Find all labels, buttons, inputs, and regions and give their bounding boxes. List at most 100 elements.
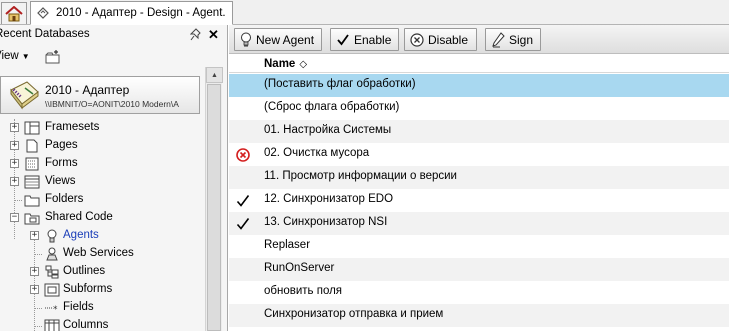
tree-item-subforms[interactable]: + Subforms [0, 281, 205, 299]
agents-pane: New Agent Enable Disable Sign Name ◇ (Пос… [229, 25, 729, 331]
agent-name: Replaser [264, 239, 311, 251]
tree-label: Shared Code [45, 211, 113, 223]
sign-label: Sign [509, 32, 534, 47]
list-item[interactable]: RunOnServer [229, 258, 729, 281]
status-cell [235, 239, 251, 255]
agent-name: (Сброс флага обработки) [264, 101, 400, 113]
agent-name: RunOnServer [264, 262, 335, 274]
tree-guide [34, 308, 42, 309]
view-menu-button[interactable]: View▼ [0, 50, 30, 62]
list-item[interactable]: (Сброс флага обработки) [229, 97, 729, 120]
list-item[interactable]: 11. Просмотр информации о версии [229, 166, 729, 189]
lightbulb-icon [240, 32, 252, 47]
scroll-up-arrow-icon[interactable]: ▲ [206, 67, 223, 83]
list-item[interactable]: обновить поля [229, 281, 729, 304]
outline-icon [45, 265, 59, 279]
tree-item-folders[interactable]: Folders [0, 191, 205, 209]
frameset-icon [24, 121, 40, 135]
database-navigator: Recent Databases ✕ View▼ 2010 - Адаптер … [0, 25, 228, 331]
new-agent-button[interactable]: New Agent [234, 28, 322, 51]
tree-label: Columns [63, 319, 109, 331]
tree-guide [14, 200, 22, 201]
view-menu-label: View [0, 50, 19, 62]
design-element-tree: + Framesets + Pages + Forms + Views Fold… [0, 119, 205, 331]
tab-design-label: 2010 - Адаптер - Design - Agent... [56, 7, 226, 19]
tree-label: Framesets [45, 121, 100, 133]
expand-icon[interactable]: + [10, 177, 19, 186]
tree-item-shared-code[interactable]: − Shared Code [0, 209, 205, 227]
subform-icon [44, 283, 60, 297]
list-item[interactable]: 01. Настройка Системы [229, 120, 729, 143]
tree-item-fields[interactable]: * Fields [0, 299, 205, 317]
tree-item-outlines[interactable]: + Outlines [0, 263, 205, 281]
disable-circle-x-icon [410, 32, 424, 47]
pen-icon [491, 31, 505, 48]
svg-text:*: * [53, 305, 58, 315]
expand-icon[interactable]: + [30, 267, 39, 276]
disable-button[interactable]: Disable [404, 28, 477, 51]
tree-item-framesets[interactable]: + Framesets [0, 119, 205, 137]
form-icon [25, 157, 39, 171]
enabled-check-icon [235, 193, 251, 209]
agent-bulb-icon [47, 229, 57, 243]
field-icon: * [45, 305, 58, 315]
navigator-scrollbar[interactable]: ▲ [205, 67, 223, 331]
enabled-check-icon [235, 216, 251, 232]
home-tab[interactable] [1, 2, 27, 24]
agent-name: 02. Очистка мусора [264, 147, 370, 159]
tab-design-agents[interactable]: 2010 - Адаптер - Design - Agent... [30, 1, 233, 25]
agent-list: (Поставить флаг обработки) (Сброс флага … [229, 74, 729, 331]
enable-label: Enable [354, 32, 392, 47]
list-item[interactable]: (Поставить флаг обработки) [229, 74, 729, 97]
agent-name: (Поставить флаг обработки) [264, 78, 416, 90]
expand-icon[interactable]: + [10, 159, 19, 168]
tree-item-agents[interactable]: + Agents [0, 227, 205, 245]
tree-item-views[interactable]: + Views [0, 173, 205, 191]
disable-label: Disable [428, 32, 469, 47]
agent-name: обновить поля [264, 285, 343, 297]
status-cell [235, 308, 251, 324]
list-item[interactable]: 12. Синхронизатор EDO [229, 189, 729, 212]
expand-icon[interactable]: + [10, 123, 19, 132]
home-icon [5, 5, 23, 21]
enable-button[interactable]: Enable [330, 28, 399, 51]
agent-name: 01. Настройка Системы [264, 124, 392, 136]
tree-label: Subforms [63, 283, 113, 295]
status-cell [235, 78, 251, 94]
list-item[interactable]: Replaser [229, 235, 729, 258]
name-column-label: Name [264, 58, 296, 70]
disabled-icon [235, 147, 251, 163]
tree-item-forms[interactable]: + Forms [0, 155, 205, 173]
pin-icon[interactable] [190, 28, 202, 41]
action-bar: New Agent Enable Disable Sign [229, 25, 729, 54]
tree-label: Folders [45, 193, 84, 205]
scroll-thumb[interactable] [207, 84, 221, 331]
database-card[interactable]: 2010 - Адаптер \\IBMNIT/O=AONIT\2010 Mod… [0, 76, 200, 114]
list-column-header: Name ◇ [229, 55, 729, 73]
list-item[interactable]: 02. Очистка мусора [229, 143, 729, 166]
name-column-header[interactable]: Name ◇ [264, 58, 307, 70]
tab-strip: 2010 - Адаптер - Design - Agent... [0, 0, 729, 25]
status-cell [235, 285, 251, 301]
close-navigator-icon[interactable]: ✕ [208, 27, 219, 43]
tree-item-columns[interactable]: Columns [0, 317, 205, 331]
database-name: 2010 - Адаптер [45, 83, 130, 97]
expand-icon[interactable]: + [10, 141, 19, 150]
tree-item-pages[interactable]: + Pages [0, 137, 205, 155]
sign-button[interactable]: Sign [485, 28, 541, 51]
expand-icon[interactable]: + [30, 231, 39, 240]
list-item[interactable]: 13. Синхронизатор NSI [229, 212, 729, 235]
sort-icon[interactable]: ◇ [299, 59, 307, 70]
list-item[interactable]: Синхронизатор отправка и прием [229, 304, 729, 327]
expand-icon[interactable]: + [30, 285, 39, 294]
navigator-toolbar: View▼ [0, 47, 228, 67]
collapse-icon[interactable]: − [10, 213, 19, 222]
tree-item-web-services[interactable]: Web Services [0, 245, 205, 263]
agent-name: 13. Синхронизатор NSI [264, 216, 388, 228]
new-folder-icon[interactable] [44, 49, 62, 65]
chevron-down-icon: ▼ [21, 52, 30, 61]
agent-name: Синхронизатор отправка и прием [264, 308, 444, 320]
new-agent-label: New Agent [256, 32, 315, 47]
tree-guide [34, 326, 42, 327]
tree-label: Views [45, 175, 76, 187]
